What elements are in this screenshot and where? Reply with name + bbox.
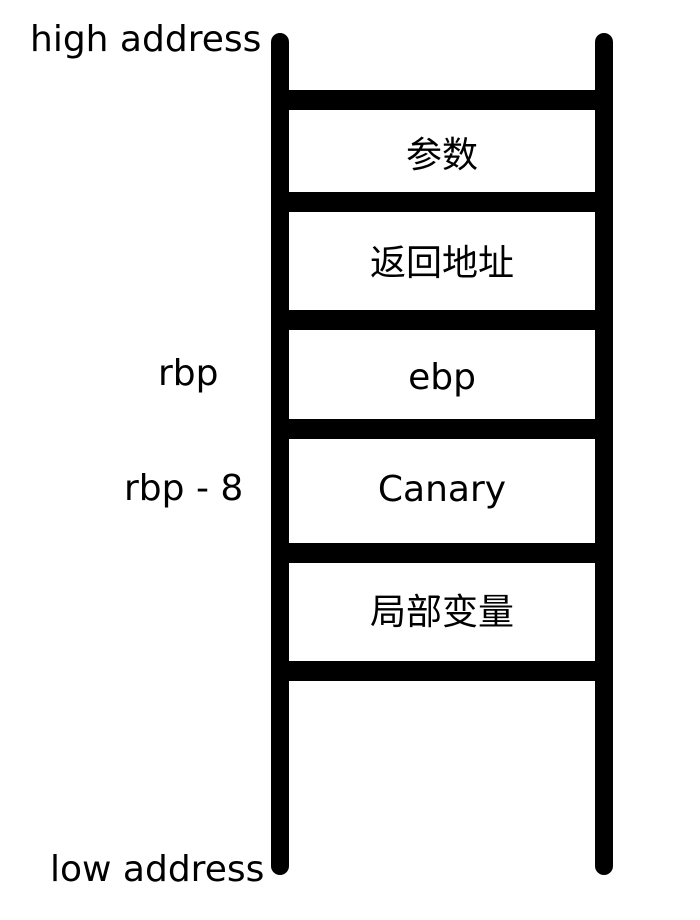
ladder-rung	[271, 90, 613, 110]
stack-slot-local-variables: 局部变量	[369, 592, 514, 633]
stack-slot-return-address: 返回地址	[369, 243, 514, 284]
rbp-pointer-label: rbp	[158, 353, 219, 394]
stack-slot-saved-ebp: ebp	[408, 357, 476, 398]
ladder-rung	[271, 543, 613, 563]
stack-slot-canary: Canary	[377, 469, 507, 510]
ladder-rung	[271, 192, 613, 212]
ladder-right-rail	[595, 33, 613, 875]
low-address-label: low address	[50, 849, 265, 890]
ladder-rung	[271, 310, 613, 330]
ladder-rung	[271, 661, 613, 681]
rbp-minus-8-pointer-label: rbp - 8	[124, 468, 244, 509]
ladder-rung	[271, 419, 613, 439]
ladder-left-rail	[271, 33, 289, 875]
stack-slot-arguments: 参数	[405, 135, 478, 176]
high-address-label: high address	[30, 19, 262, 60]
